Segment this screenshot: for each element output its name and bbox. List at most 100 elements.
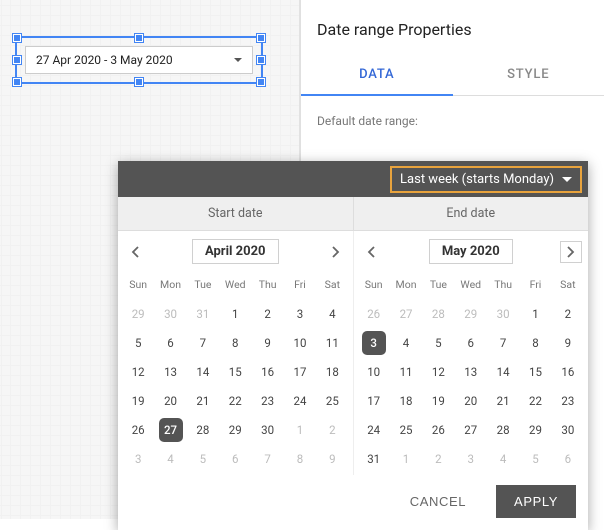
calendar-day[interactable]: 10 (358, 357, 390, 386)
calendar-day[interactable]: 15 (519, 357, 551, 386)
resize-handle[interactable] (257, 56, 265, 64)
calendar-day[interactable]: 9 (316, 444, 348, 473)
calendar-day[interactable]: 26 (422, 415, 454, 444)
calendar-day[interactable]: 25 (316, 386, 348, 415)
cancel-button[interactable]: CANCEL (392, 485, 484, 518)
resize-handle[interactable] (135, 78, 143, 86)
calendar-day[interactable]: 18 (316, 357, 348, 386)
resize-handle[interactable] (13, 34, 21, 42)
calendar-day[interactable]: 18 (390, 386, 422, 415)
calendar-day[interactable]: 5 (422, 328, 454, 357)
calendar-day[interactable]: 24 (358, 415, 390, 444)
calendar-day[interactable]: 6 (219, 444, 251, 473)
calendar-day[interactable]: 7 (251, 444, 283, 473)
calendar-day[interactable]: 3 (358, 328, 390, 357)
month-title[interactable]: April 2020 (192, 239, 279, 264)
calendar-day[interactable]: 12 (422, 357, 454, 386)
calendar-day[interactable]: 27 (390, 299, 422, 328)
date-range-control[interactable]: 27 Apr 2020 - 3 May 2020 (25, 46, 253, 74)
calendar-day[interactable]: 17 (358, 386, 390, 415)
calendar-day[interactable]: 3 (122, 444, 154, 473)
calendar-day[interactable]: 5 (122, 328, 154, 357)
calendar-day[interactable]: 4 (487, 444, 519, 473)
calendar-day[interactable]: 1 (390, 444, 422, 473)
calendar-day[interactable]: 10 (284, 328, 316, 357)
calendar-day[interactable]: 5 (519, 444, 551, 473)
preset-dropdown[interactable]: Last week (starts Monday) (390, 166, 582, 193)
calendar-day[interactable]: 29 (219, 415, 251, 444)
resize-handle[interactable] (135, 34, 143, 42)
calendar-day[interactable]: 30 (552, 415, 584, 444)
calendar-day[interactable]: 8 (284, 444, 316, 473)
selection-frame[interactable]: 27 Apr 2020 - 3 May 2020 (15, 36, 263, 84)
prev-month-button[interactable] (360, 241, 382, 263)
calendar-day[interactable]: 9 (552, 328, 584, 357)
tab-end-date[interactable]: End date (353, 197, 589, 230)
calendar-day[interactable]: 20 (455, 386, 487, 415)
calendar-day[interactable]: 21 (187, 386, 219, 415)
next-month-button[interactable] (325, 241, 347, 263)
calendar-day[interactable]: 9 (251, 328, 283, 357)
calendar-day[interactable]: 30 (154, 299, 186, 328)
next-month-button[interactable] (560, 241, 582, 263)
calendar-day[interactable]: 8 (219, 328, 251, 357)
calendar-day[interactable]: 6 (154, 328, 186, 357)
calendar-day[interactable]: 13 (455, 357, 487, 386)
calendar-day[interactable]: 26 (358, 299, 390, 328)
calendar-day[interactable]: 12 (122, 357, 154, 386)
resize-handle[interactable] (13, 78, 21, 86)
calendar-day[interactable]: 1 (519, 299, 551, 328)
resize-handle[interactable] (257, 78, 265, 86)
calendar-day[interactable]: 31 (187, 299, 219, 328)
calendar-day[interactable]: 21 (487, 386, 519, 415)
calendar-day[interactable]: 15 (219, 357, 251, 386)
calendar-day[interactable]: 28 (422, 299, 454, 328)
resize-handle[interactable] (257, 34, 265, 42)
calendar-day[interactable]: 13 (154, 357, 186, 386)
month-title[interactable]: May 2020 (429, 239, 513, 264)
calendar-day[interactable]: 29 (455, 299, 487, 328)
calendar-day[interactable]: 6 (552, 444, 584, 473)
calendar-day[interactable]: 30 (251, 415, 283, 444)
tab-start-date[interactable]: Start date (118, 197, 353, 230)
calendar-day[interactable]: 25 (390, 415, 422, 444)
calendar-day[interactable]: 14 (487, 357, 519, 386)
calendar-day[interactable]: 5 (187, 444, 219, 473)
calendar-day[interactable]: 3 (455, 444, 487, 473)
calendar-day[interactable]: 17 (284, 357, 316, 386)
calendar-day[interactable]: 4 (390, 328, 422, 357)
calendar-day[interactable]: 3 (284, 299, 316, 328)
calendar-day[interactable]: 6 (455, 328, 487, 357)
prev-month-button[interactable] (124, 241, 146, 263)
calendar-day[interactable]: 28 (187, 415, 219, 444)
calendar-day[interactable]: 16 (552, 357, 584, 386)
tab-data[interactable]: DATA (301, 55, 453, 96)
calendar-day[interactable]: 26 (122, 415, 154, 444)
calendar-day[interactable]: 27 (455, 415, 487, 444)
calendar-day[interactable]: 23 (251, 386, 283, 415)
calendar-day[interactable]: 1 (284, 415, 316, 444)
calendar-day[interactable]: 11 (390, 357, 422, 386)
calendar-day[interactable]: 24 (284, 386, 316, 415)
calendar-day[interactable]: 11 (316, 328, 348, 357)
calendar-day[interactable]: 2 (316, 415, 348, 444)
calendar-day[interactable]: 31 (358, 444, 390, 473)
calendar-day[interactable]: 28 (487, 415, 519, 444)
calendar-day[interactable]: 29 (519, 415, 551, 444)
resize-handle[interactable] (13, 56, 21, 64)
calendar-day[interactable]: 16 (251, 357, 283, 386)
calendar-day[interactable]: 2 (552, 299, 584, 328)
calendar-day[interactable]: 7 (487, 328, 519, 357)
calendar-day[interactable]: 2 (251, 299, 283, 328)
calendar-day[interactable]: 4 (154, 444, 186, 473)
tab-style[interactable]: STYLE (453, 55, 604, 95)
calendar-day[interactable]: 23 (552, 386, 584, 415)
calendar-day[interactable]: 29 (122, 299, 154, 328)
calendar-day[interactable]: 2 (422, 444, 454, 473)
calendar-day[interactable]: 7 (187, 328, 219, 357)
calendar-day[interactable]: 8 (519, 328, 551, 357)
calendar-day[interactable]: 22 (219, 386, 251, 415)
calendar-day[interactable]: 1 (219, 299, 251, 328)
calendar-day[interactable]: 19 (122, 386, 154, 415)
calendar-day[interactable]: 30 (487, 299, 519, 328)
